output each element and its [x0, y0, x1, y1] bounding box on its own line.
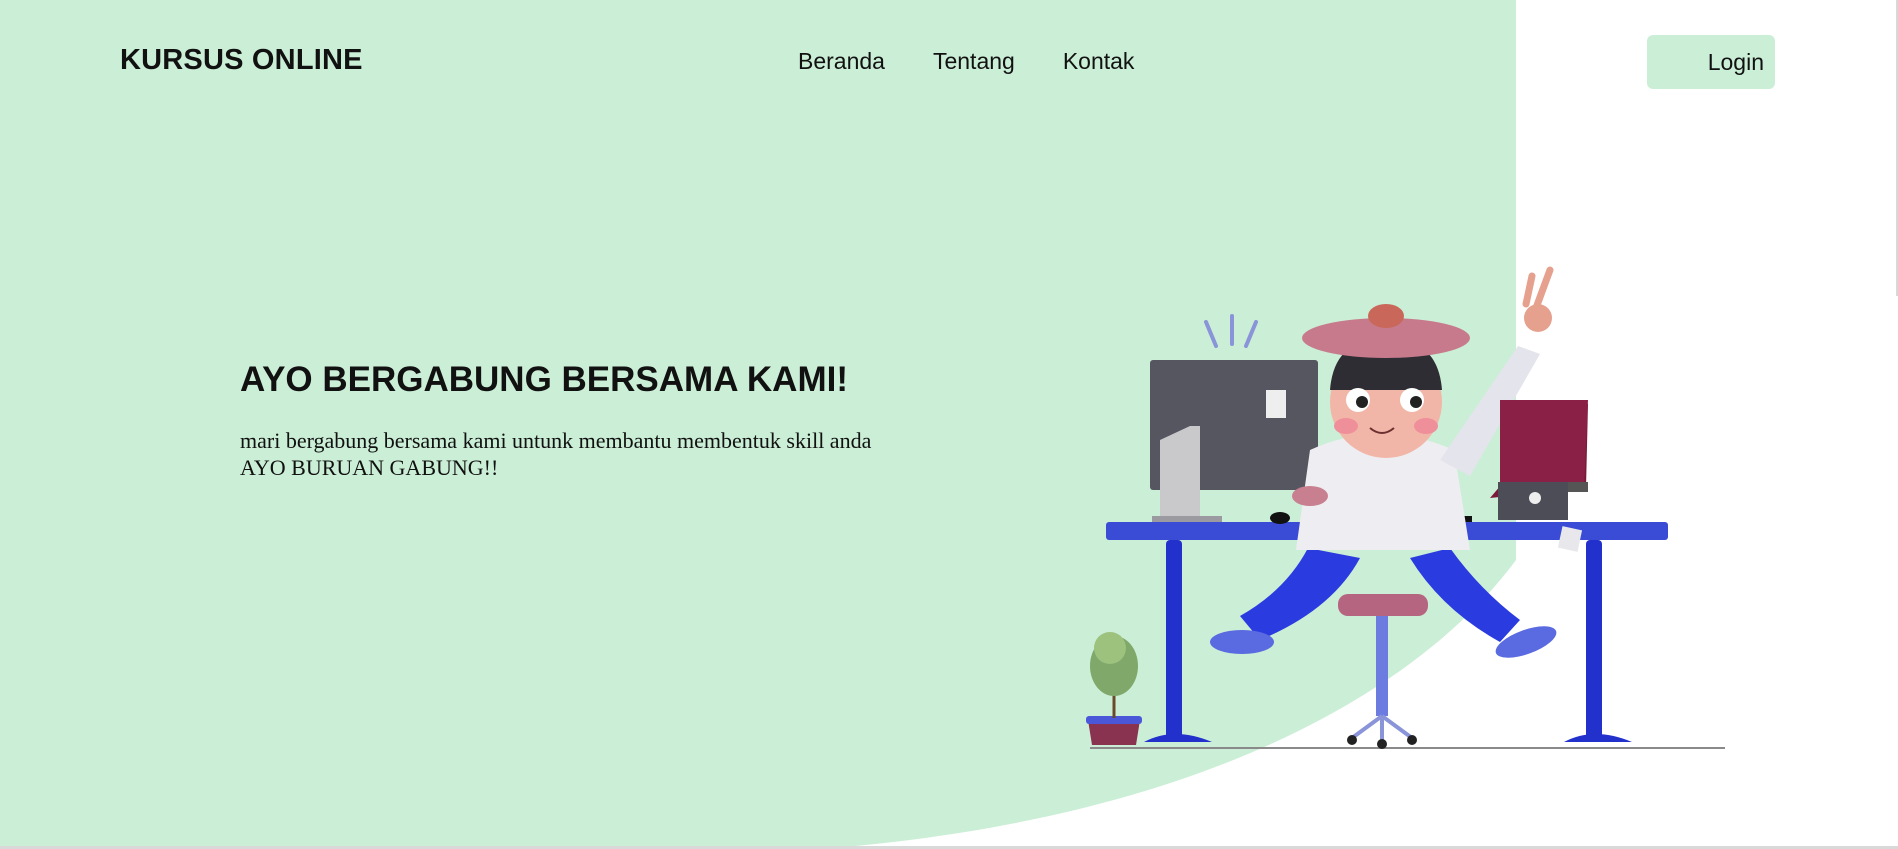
hero-subtitle-line-1: mari bergabung bersama kami untunk memba… — [240, 428, 872, 453]
nav-link-beranda[interactable]: Beranda — [798, 48, 885, 75]
nav-links: Beranda Tentang Kontak — [798, 48, 1134, 75]
hero-title: AYO BERGABUNG BERSAMA KAMI! — [240, 360, 848, 399]
navbar: KURSUS ONLINE Beranda Tentang Kontak Log… — [0, 0, 1898, 124]
nav-link-tentang[interactable]: Tentang — [933, 48, 1015, 75]
hero-subtitle: mari bergabung bersama kami untunk memba… — [240, 427, 980, 481]
person-at-desk-illustration — [1086, 266, 1725, 749]
hero-subtitle-line-2: AYO BURUAN GABUNG!! — [240, 455, 499, 480]
nav-link-kontak[interactable]: Kontak — [1063, 48, 1135, 75]
landing-page: KURSUS ONLINE Beranda Tentang Kontak Log… — [0, 0, 1898, 849]
plant-icon — [1086, 632, 1142, 745]
brand-logo[interactable]: KURSUS ONLINE — [120, 44, 363, 77]
login-button[interactable]: Login — [1647, 35, 1775, 89]
